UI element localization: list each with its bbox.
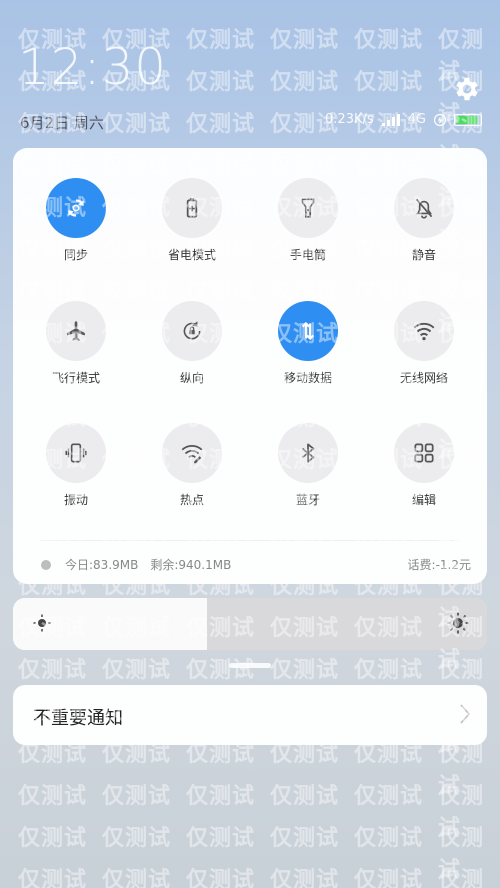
tile-label: 飞行模式 [51,371,100,385]
brightness-track [207,598,487,650]
tile-button[interactable] [46,178,106,238]
net-speed: 0.23K/s [325,112,374,127]
wifi-icon [413,322,435,341]
tile-battery-saver[interactable]: 省电模式 [137,178,247,263]
phone-balance[interactable]: 话费:-1.2元 [408,556,471,573]
tile-button[interactable] [278,178,338,238]
tile-label: 静音 [411,248,436,262]
flashlight-icon [301,198,315,218]
tile-label: 同步 [63,248,88,262]
tile-button[interactable] [162,178,222,238]
tile-rotation-lock[interactable]: 纵向 [137,301,247,386]
tile-label: 纵向 [179,371,204,385]
watermark-text: 仅测试 [438,784,485,841]
watermark-text: 仅测试 [270,658,340,683]
airplane-icon [67,321,85,341]
drag-handle[interactable] [229,663,271,668]
watermark-text: 仅测试 [102,826,172,851]
tile-label: 无线网络 [399,371,448,385]
data-today: 今日:83.9MB [65,558,139,572]
tile-label: 编辑 [411,493,436,507]
watermark-text: 仅测试 [354,868,424,888]
tile-button[interactable] [394,178,454,238]
vibrate-icon [65,443,87,463]
sync-icon [68,199,84,217]
tile-button[interactable] [394,301,454,361]
data-remaining: 剩余:940.1MB [150,558,232,572]
battery-saver-icon [186,198,198,218]
tile-button[interactable] [278,423,338,483]
tile-vibrate[interactable]: 振动 [21,423,131,508]
bell-muted-icon [415,198,433,219]
watermark-text: 仅测试 [186,826,256,851]
brightness-low-icon [33,614,51,632]
watermark-text: 仅测试 [18,868,88,888]
battery-icon [454,113,482,126]
bluetooth-icon [302,443,315,463]
watermark-text: 仅测试 [186,658,256,683]
network-type: 4G [407,112,426,127]
watermark-text: 仅测试 [18,658,88,683]
divider [41,540,459,541]
watermark-text: 仅测试 [270,784,340,809]
watermark-text: 仅测试 [354,784,424,809]
tile-label: 手电筒 [289,248,326,262]
mobile-data-icon [301,321,315,341]
watermark-text: 仅测试 [102,658,172,683]
watermark-text: 仅测试 [438,868,485,888]
brightness-high-icon [447,612,469,634]
quick-settings-panel: 今日:83.9MB 剩余:940.1MB 话费:-1.2元 同步 省电模式 手电筒 静… [13,148,487,584]
chevron-right-icon [460,704,471,724]
watermark-text: 仅测试 [354,826,424,851]
watermark-text: 仅测试 [270,826,340,851]
tile-label: 移动数据 [283,371,332,385]
watermark-text: 仅测试 [354,658,424,683]
tile-button[interactable] [46,301,106,361]
tile-button[interactable] [394,423,454,483]
grid-edit-icon [414,443,434,463]
notification-card[interactable]: 不重要通知 [13,685,487,745]
charging-icon [434,113,446,126]
status-bar: 12:30 6月2日 周六 0.23K/s 4G [0,0,500,150]
tile-airplane[interactable]: 飞行模式 [21,301,131,386]
tile-label: 省电模式 [167,248,216,262]
tile-label: 振动 [63,493,88,507]
tile-button[interactable] [46,423,106,483]
tile-button[interactable] [278,301,338,361]
notification-title: 不重要通知 [33,708,123,729]
watermark-text: 仅测试 [438,826,485,883]
tile-bell-muted[interactable]: 静音 [369,178,479,263]
date-label: 6月2日 周六 [20,114,104,132]
tile-sync[interactable]: 同步 [21,178,131,263]
battery-level [456,115,478,124]
tile-flashlight[interactable]: 手电筒 [253,178,363,263]
watermark-text: 仅测试 [18,784,88,809]
tile-mobile-data[interactable]: 移动数据 [253,301,363,386]
tile-button[interactable] [162,423,222,483]
brightness-slider[interactable] [13,598,487,650]
data-usage-dot-icon [41,559,51,570]
tile-button[interactable] [162,301,222,361]
watermark-text: 仅测试 [438,742,485,799]
signal-icon [381,113,400,126]
tile-grid-edit[interactable]: 编辑 [369,423,479,508]
tile-wifi[interactable]: 无线网络 [369,301,479,386]
watermark-text: 仅测试 [186,868,256,888]
gear-icon[interactable] [452,74,482,104]
clock: 12:30 [18,38,168,96]
system-indicators: 0.23K/s 4G [325,112,482,127]
tile-bluetooth[interactable]: 蓝牙 [253,423,363,508]
data-usage-row: 今日:83.9MB 剩余:940.1MB 话费:-1.2元 [41,556,471,573]
watermark-text: 仅测试 [18,826,88,851]
rotation-lock-icon [183,321,201,340]
tile-label: 蓝牙 [295,493,320,507]
watermark-text: 仅测试 [102,868,172,888]
watermark-text: 仅测试 [102,784,172,809]
hotspot-icon [181,445,203,464]
tile-hotspot[interactable]: 热点 [137,423,247,508]
watermark-text: 仅测试 [186,784,256,809]
tile-label: 热点 [179,493,204,507]
watermark-text: 仅测试 [270,868,340,888]
